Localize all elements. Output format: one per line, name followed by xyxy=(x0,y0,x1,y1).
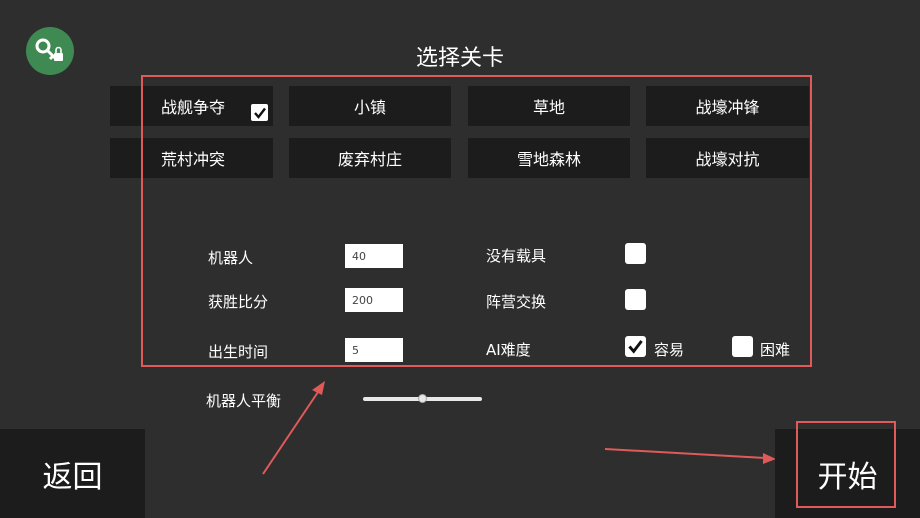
highlight-start-box xyxy=(796,421,896,508)
back-label: 返回 xyxy=(42,459,103,495)
back-button[interactable]: 返回 xyxy=(0,429,145,518)
